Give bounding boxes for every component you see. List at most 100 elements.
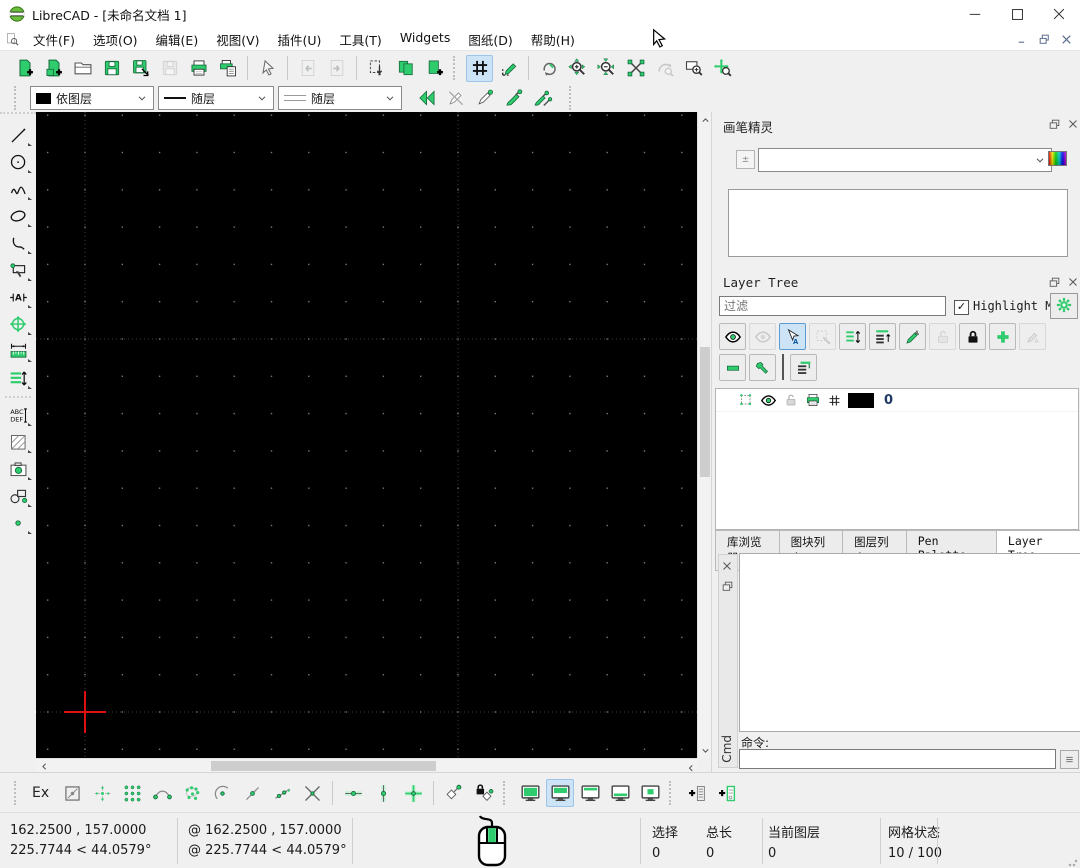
pen-remove-button[interactable] [442, 85, 469, 112]
highlight-mode-checkbox[interactable]: ✓ [954, 300, 969, 315]
pen-pick-button[interactable] [471, 85, 498, 112]
layer-construction-hash-icon[interactable] [827, 393, 842, 408]
scroll-up-icon[interactable] [698, 114, 712, 126]
vertical-scrollbar[interactable] [697, 112, 712, 758]
draw-ellipse-button[interactable] [3, 203, 33, 230]
sort-layers-button[interactable] [839, 323, 866, 350]
menu-plugins[interactable]: 插件(U) [269, 28, 331, 51]
close-button[interactable] [1038, 0, 1080, 28]
pen-wizard-combobox[interactable] [758, 148, 1052, 172]
zoom-window-button[interactable] [680, 55, 707, 82]
dimension-leader-button[interactable]: A [3, 284, 33, 311]
paste-button[interactable] [421, 55, 448, 82]
add-options-widget-button[interactable] [712, 779, 740, 807]
monitor-view-4-button[interactable] [606, 779, 634, 807]
create-block-button[interactable] [3, 483, 33, 510]
menu-view[interactable]: 视图(V) [207, 28, 268, 51]
pen-copy-button[interactable] [529, 85, 556, 112]
zoom-in-button[interactable] [564, 55, 591, 82]
back-action-button[interactable] [413, 85, 440, 112]
pen-apply-button[interactable] [500, 85, 527, 112]
mdi-restore-button[interactable] [1036, 32, 1052, 46]
insert-image-button[interactable] [3, 456, 33, 483]
layer-color-swatch[interactable] [848, 393, 874, 408]
new-from-template-button[interactable] [40, 55, 67, 82]
snap-middle-button[interactable] [238, 779, 266, 807]
monitor-view-3-button[interactable] [576, 779, 604, 807]
rename-layer-button[interactable]: A [899, 323, 926, 350]
layer-tree-settings-button[interactable] [1050, 293, 1078, 319]
menu-options[interactable]: 选项(O) [84, 28, 147, 51]
open-file-button[interactable] [69, 55, 96, 82]
snap-exclusive-button[interactable] [58, 779, 86, 807]
snap-entity-button[interactable] [178, 779, 206, 807]
scroll-right-icon[interactable] [683, 759, 695, 773]
minimize-button[interactable] [954, 0, 996, 28]
zoom-auto-button[interactable] [622, 55, 649, 82]
layer-tree-float-button[interactable] [1046, 274, 1062, 290]
restrict-orthogonal-button[interactable] [399, 779, 427, 807]
toggle-grid-button[interactable] [466, 55, 493, 82]
pen-wizard-color-button[interactable] [1048, 151, 1067, 166]
modify-move-rotate-button[interactable] [3, 311, 33, 338]
move-layer-top-button[interactable] [869, 323, 896, 350]
draw-hatch-button[interactable] [3, 429, 33, 456]
layer-print-icon[interactable] [805, 392, 821, 408]
set-relative-zero-button[interactable] [440, 779, 468, 807]
lock-all-layers-button[interactable] [959, 323, 986, 350]
draw-polyline-button[interactable] [3, 257, 33, 284]
redraw-button[interactable] [535, 55, 562, 82]
dimension-aligned-button[interactable] [3, 338, 33, 365]
monitor-view-1-button[interactable] [516, 779, 544, 807]
kill-all-actions-button[interactable] [363, 55, 390, 82]
show-all-layers-button[interactable] [719, 323, 746, 350]
command-float-button[interactable] [720, 579, 734, 593]
lock-relative-zero-button[interactable] [470, 779, 498, 807]
pen-wizard-mini-button[interactable]: ± [736, 150, 755, 169]
draw-point-button[interactable] [3, 510, 33, 537]
command-input[interactable] [739, 749, 1056, 769]
layer-list[interactable]: 0 [715, 388, 1079, 530]
print-button[interactable] [185, 55, 212, 82]
pen-linewidth-combobox[interactable]: 随层 [278, 86, 402, 110]
pen-linetype-combobox[interactable]: 随层 [158, 86, 274, 110]
snap-grid-button[interactable] [118, 779, 146, 807]
new-file-button[interactable] [11, 55, 38, 82]
select-pointer-button[interactable] [254, 55, 281, 82]
print-preview-button[interactable] [214, 55, 241, 82]
horizontal-scrollbar[interactable] [36, 758, 697, 773]
snap-free-button[interactable] [88, 779, 116, 807]
mdi-close-button[interactable] [1058, 32, 1074, 46]
draw-spline-button[interactable] [3, 176, 33, 203]
snap-center-button[interactable] [208, 779, 236, 807]
snap-endpoint-button[interactable] [148, 779, 176, 807]
menu-widgets[interactable]: Widgets [391, 28, 460, 51]
monitor-view-2-button[interactable] [546, 779, 574, 807]
layer-tools-button[interactable] [749, 354, 776, 381]
mdi-minimize-button[interactable] [1014, 32, 1030, 46]
snap-intersection-button[interactable] [298, 779, 326, 807]
menu-file[interactable]: 文件(F) [24, 28, 84, 51]
save-file-button[interactable] [98, 55, 125, 82]
toggle-draft-mode-button[interactable] [495, 55, 522, 82]
menu-drawings[interactable]: 图纸(D) [459, 28, 521, 51]
construction-layer-icon[interactable] [738, 392, 754, 408]
horizontal-scrollbar-thumb[interactable] [211, 761, 436, 771]
pen-wizard-list[interactable] [728, 189, 1068, 257]
draw-line-button[interactable] [3, 122, 33, 149]
menu-help[interactable]: 帮助(H) [522, 28, 584, 51]
restrict-vertical-button[interactable] [369, 779, 397, 807]
zoom-out-button[interactable] [593, 55, 620, 82]
remove-layer-button[interactable] [719, 354, 746, 381]
draw-text-button[interactable]: ABCDEF [3, 402, 33, 429]
zoom-pan-button[interactable] [709, 55, 736, 82]
scroll-down-icon[interactable] [698, 744, 712, 756]
layer-filter-input[interactable] [719, 296, 946, 316]
layer-visible-icon[interactable] [760, 392, 777, 409]
resize-grip[interactable] [1068, 857, 1078, 867]
layer-lock-icon[interactable] [783, 392, 799, 408]
modify-order-button[interactable] [3, 365, 33, 392]
menu-edit[interactable]: 编辑(E) [147, 28, 208, 51]
monitor-view-5-button[interactable] [636, 779, 664, 807]
scroll-left-icon[interactable] [38, 759, 50, 773]
